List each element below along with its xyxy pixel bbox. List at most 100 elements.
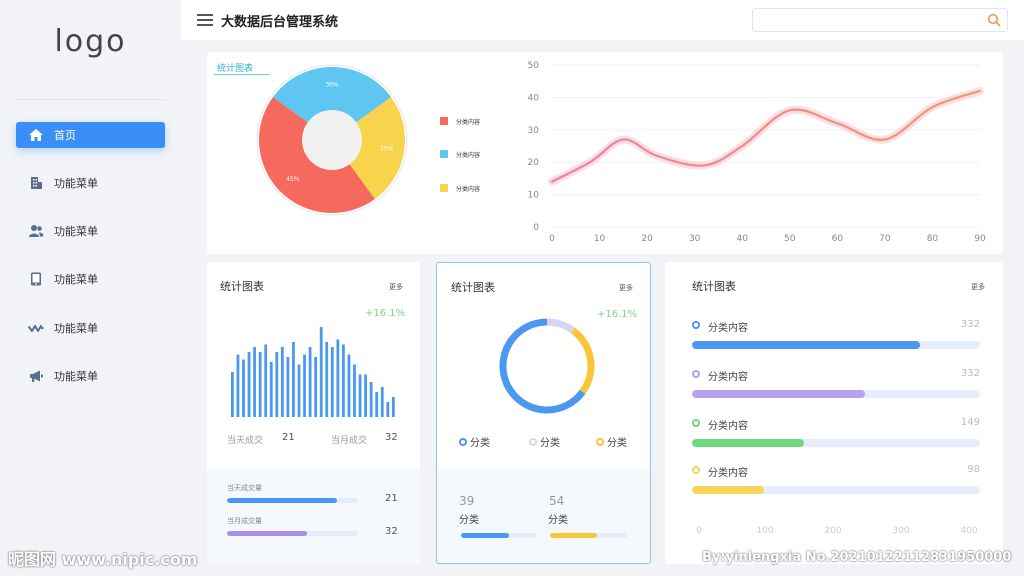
megaphone-icon <box>28 368 44 384</box>
sidebar-item-label: 功能菜单 <box>54 177 98 190</box>
progress-track <box>692 486 980 494</box>
bar <box>264 344 268 417</box>
x-tick-label: 10 <box>594 234 606 244</box>
x-tick-label: 50 <box>784 234 796 244</box>
x-tick-label: 80 <box>927 234 939 244</box>
app-title: 大数据后台管理系统 <box>221 15 339 30</box>
search-input[interactable] <box>753 10 973 33</box>
bar <box>330 347 334 417</box>
progress-track <box>227 498 358 503</box>
bar <box>314 357 318 417</box>
footer-value: 39 <box>459 494 475 508</box>
legend-label: 分类 <box>607 438 627 449</box>
donut-arc <box>570 327 595 394</box>
x-tick-label: 30 <box>689 234 701 244</box>
status-dot-icon <box>692 321 700 329</box>
pie-slice-label: 25% <box>380 146 394 153</box>
x-tick-label: 70 <box>879 234 891 244</box>
y-tick-label: 0 <box>533 223 539 233</box>
tablet-icon <box>28 271 44 287</box>
progress-fill <box>461 533 509 538</box>
progress-track <box>550 533 627 538</box>
bar <box>236 354 240 417</box>
bar <box>292 342 295 417</box>
building-icon <box>28 175 44 191</box>
row-value: 332 <box>960 368 980 379</box>
sidebar-item-menu-3[interactable]: 功能菜单 <box>16 266 165 292</box>
x-tick-label: 0 <box>549 234 555 244</box>
card-footer: 39 分类 54 分类 <box>437 469 650 563</box>
sidebar-item-label: 功能菜单 <box>54 322 98 335</box>
x-tick-label: 200 <box>824 526 842 536</box>
bar <box>297 364 301 417</box>
x-tick-label: 100 <box>756 526 774 536</box>
donut-chart-card: 统计图表 更多 +16.1% 分类 分类 分类 39 分类 54 分类 <box>436 262 651 564</box>
bar <box>336 339 340 417</box>
sidebar-item-menu-4[interactable]: 功能菜单 <box>16 315 165 341</box>
progress-fill <box>692 341 920 349</box>
stat-label: 当月成交 <box>331 436 368 446</box>
more-link[interactable]: 更多 <box>389 282 403 292</box>
x-tick-label: 300 <box>892 526 910 536</box>
bar <box>358 374 362 417</box>
sidebar: logo 首页 功能菜单 功能菜单 功能菜单 功能菜单 功能菜单 <box>0 0 181 576</box>
progress-fill <box>227 531 307 536</box>
search-box <box>752 8 1008 33</box>
overview-chart-card: 统计图表 30% 25% 45% 分类内容 分类内容 分类内容 0 10 20 30 40 5… <box>207 52 1003 254</box>
x-tick-label: 400 <box>960 526 978 536</box>
sidebar-item-menu-1[interactable]: 功能菜单 <box>16 170 165 196</box>
pie-slice-label: 30% <box>325 82 339 89</box>
status-dot-icon <box>692 419 700 427</box>
stat-label: 当天成交 <box>227 436 264 446</box>
x-tick-label: 90 <box>974 234 986 244</box>
footer-value: 32 <box>385 526 398 537</box>
search-icon[interactable] <box>987 13 1001 27</box>
sidebar-item-label: 功能菜单 <box>54 225 98 238</box>
users-icon <box>28 223 44 239</box>
legend-ring-icon <box>459 437 467 446</box>
bar <box>369 382 373 417</box>
sidebar-item-menu-5[interactable]: 功能菜单 <box>16 363 165 389</box>
legend-label: 分类 <box>540 438 560 449</box>
hamburger-menu-icon[interactable] <box>197 13 213 27</box>
line-series-glow <box>548 86 984 186</box>
bar <box>391 397 395 417</box>
card-footer: 当天成交量 21 当月成交量 32 <box>207 469 420 564</box>
bar <box>386 402 390 417</box>
more-link[interactable]: 更多 <box>971 282 985 292</box>
more-link[interactable]: 更多 <box>619 283 633 293</box>
status-dot-icon <box>692 370 700 378</box>
footer-value: 54 <box>549 494 565 508</box>
row-value: 332 <box>960 319 980 330</box>
growth-rate: +16.1% <box>365 308 406 319</box>
bar <box>286 357 290 417</box>
y-tick-label: 30 <box>528 126 540 136</box>
footer-label: 分类 <box>548 515 568 526</box>
legend-ring-icon <box>529 437 537 446</box>
sidebar-item-menu-2[interactable]: 功能菜单 <box>16 218 165 244</box>
sidebar-item-label: 首页 <box>54 129 76 142</box>
progress-track <box>692 439 980 447</box>
legend-label: 分类内容 <box>456 185 480 193</box>
footer-label: 当天成交量 <box>227 484 262 492</box>
progress-fill <box>692 439 805 447</box>
row-value: 98 <box>967 464 980 475</box>
x-tick-label: 60 <box>832 234 844 244</box>
row-label: 分类内容 <box>708 421 748 432</box>
y-tick-label: 50 <box>528 61 540 71</box>
progress-track <box>692 390 980 398</box>
footer-label: 当月成交量 <box>227 517 262 525</box>
watermark-right: By:yinlengxia No.20210122112831950000 <box>702 550 1012 565</box>
bar <box>364 374 367 417</box>
legend-swatch <box>440 184 448 192</box>
row-label: 分类内容 <box>708 468 748 479</box>
y-tick-label: 20 <box>528 158 540 168</box>
sidebar-item-home[interactable]: 首页 <box>16 122 165 148</box>
row-value: 149 <box>960 417 980 428</box>
footer-label: 分类 <box>459 515 479 526</box>
card-title: 统计图表 <box>451 281 495 294</box>
progress-fill <box>692 486 764 494</box>
bar <box>269 362 273 417</box>
line-chart-ticks: 0 10 20 30 40 50 0 10 20 30 40 50 60 70 80 90 <box>528 61 986 244</box>
bar <box>258 352 262 417</box>
